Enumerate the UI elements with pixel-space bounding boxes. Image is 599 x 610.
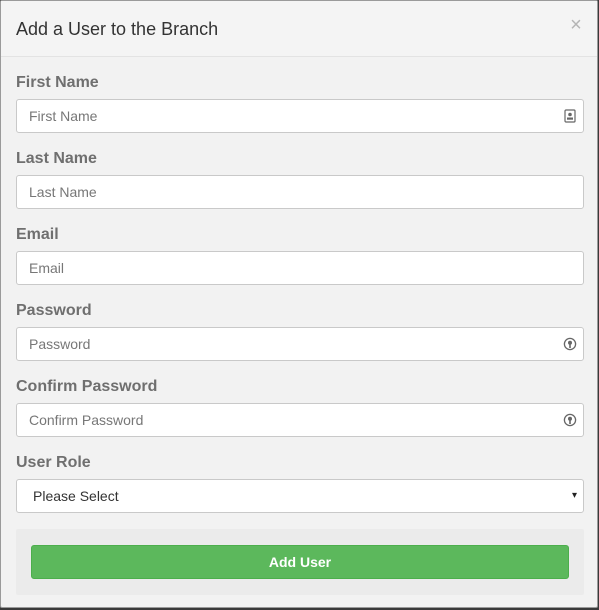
first-name-label: First Name [16,74,99,91]
password-label: Password [16,302,92,319]
password-group: Password [16,301,584,361]
user-role-select[interactable]: Please Select ▾ [16,479,584,513]
contact-card-icon [564,109,576,123]
password-input[interactable] [17,328,583,360]
chevron-down-icon: ▾ [571,490,577,501]
confirm-password-input[interactable] [17,404,583,436]
password-input-wrapper [16,327,584,361]
confirm-password-input-wrapper [16,403,584,437]
user-role-selected-value: Please Select [33,488,119,504]
modal-title: Add a User to the Branch [16,19,219,39]
confirm-password-group: Confirm Password [16,377,584,437]
last-name-input-wrapper [16,175,584,209]
email-label: Email [16,226,59,243]
modal-header: Add a User to the Branch × [1,1,597,57]
user-role-label: User Role [16,454,91,471]
last-name-group: Last Name [16,149,584,209]
first-name-input-wrapper [16,99,584,133]
first-name-group: First Name [16,73,584,133]
password-key-icon[interactable] [563,413,577,427]
email-group: Email [16,225,584,285]
modal-footer: Add User [16,529,584,595]
confirm-password-label: Confirm Password [16,378,158,395]
last-name-input[interactable] [17,176,583,208]
email-input[interactable] [17,252,583,284]
user-role-group: User Role Please Select ▾ [16,453,584,513]
close-button[interactable]: × [569,15,583,35]
password-key-icon[interactable] [563,337,577,351]
email-input-wrapper [16,251,584,285]
add-user-button[interactable]: Add User [31,545,569,579]
first-name-input[interactable] [17,100,583,132]
add-user-modal: Add a User to the Branch × First Name La… [0,0,598,608]
last-name-label: Last Name [16,150,97,167]
